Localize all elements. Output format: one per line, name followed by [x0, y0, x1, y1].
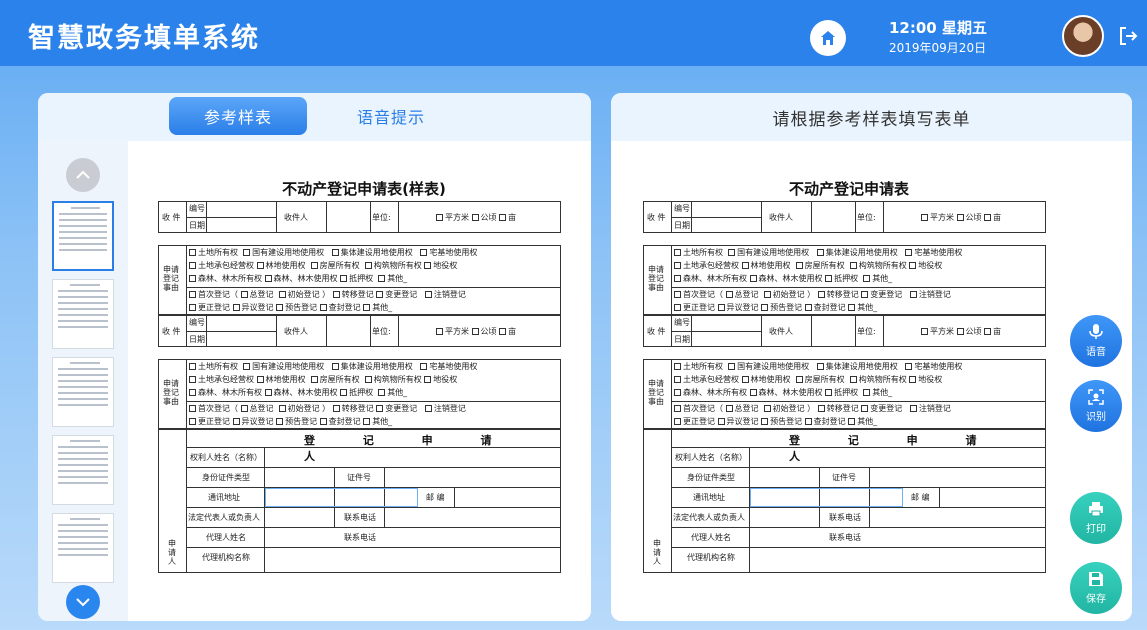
tab-voice-hint[interactable]: 语音提示: [341, 97, 441, 135]
voice-button[interactable]: 语音: [1070, 315, 1122, 367]
fill-panel-title: 请根据参考样表填写表单: [772, 109, 971, 130]
home-button[interactable]: [810, 20, 846, 56]
sample-form-title: 不动产登记申请表(样表): [282, 180, 446, 198]
app-title: 智慧政务填单系统: [28, 23, 260, 54]
logout-icon: [1120, 27, 1138, 45]
chevron-down-icon: [76, 598, 90, 607]
reference-panel-header: 参考样表 语音提示: [38, 93, 591, 141]
thumbnail-sidebar: [38, 141, 128, 621]
save-icon: [1089, 572, 1103, 586]
user-avatar[interactable]: [1062, 15, 1104, 57]
fill-form-title: 不动产登记申请表: [788, 180, 909, 198]
address-input[interactable]: [750, 488, 903, 507]
reference-panel: 参考样表 语音提示 不动产登记申请表(样表) 收 件 编号 日期 收件人 单位:…: [38, 93, 591, 621]
sample-form: 不动产登记申请表(样表) 收 件 编号 日期 收件人 单位: 平方米 公顷 亩 …: [158, 173, 570, 578]
save-button[interactable]: 保存: [1070, 562, 1122, 614]
print-button[interactable]: 打印: [1070, 492, 1122, 544]
printer-icon: [1089, 502, 1103, 517]
scan-icon: [1088, 389, 1104, 405]
thumbnail-page-5[interactable]: [52, 513, 114, 583]
microphone-icon: [1089, 324, 1103, 339]
app-header: 智慧政务填单系统 12:00 星期五 2019年09月20日: [0, 0, 1147, 66]
clock-time: 12:00 星期五: [889, 19, 987, 37]
thumbnail-page-4[interactable]: [52, 435, 114, 505]
fill-panel: 请根据参考样表填写表单 不动产登记申请表 收 件 编号 日期 收件人 单位: 平…: [611, 93, 1132, 621]
recognize-button[interactable]: 识别: [1070, 380, 1122, 432]
logout-button[interactable]: [1118, 24, 1138, 48]
thumbnail-page-1[interactable]: [52, 201, 114, 271]
tab-reference-sample[interactable]: 参考样表: [169, 97, 307, 135]
clock-date: 2019年09月20日: [889, 41, 987, 55]
home-icon: [821, 31, 835, 45]
fill-panel-header: 请根据参考样表填写表单: [611, 93, 1132, 141]
scroll-down-button[interactable]: [66, 585, 100, 619]
chevron-up-icon: [76, 170, 90, 179]
thumbnail-page-2[interactable]: [52, 279, 114, 349]
thumbnail-page-3[interactable]: [52, 357, 114, 427]
scroll-up-button[interactable]: [66, 158, 100, 192]
fill-form: 不动产登记申请表 收 件 编号 日期 收件人 单位: 平方米 公顷 亩 申请登记…: [643, 173, 1055, 578]
